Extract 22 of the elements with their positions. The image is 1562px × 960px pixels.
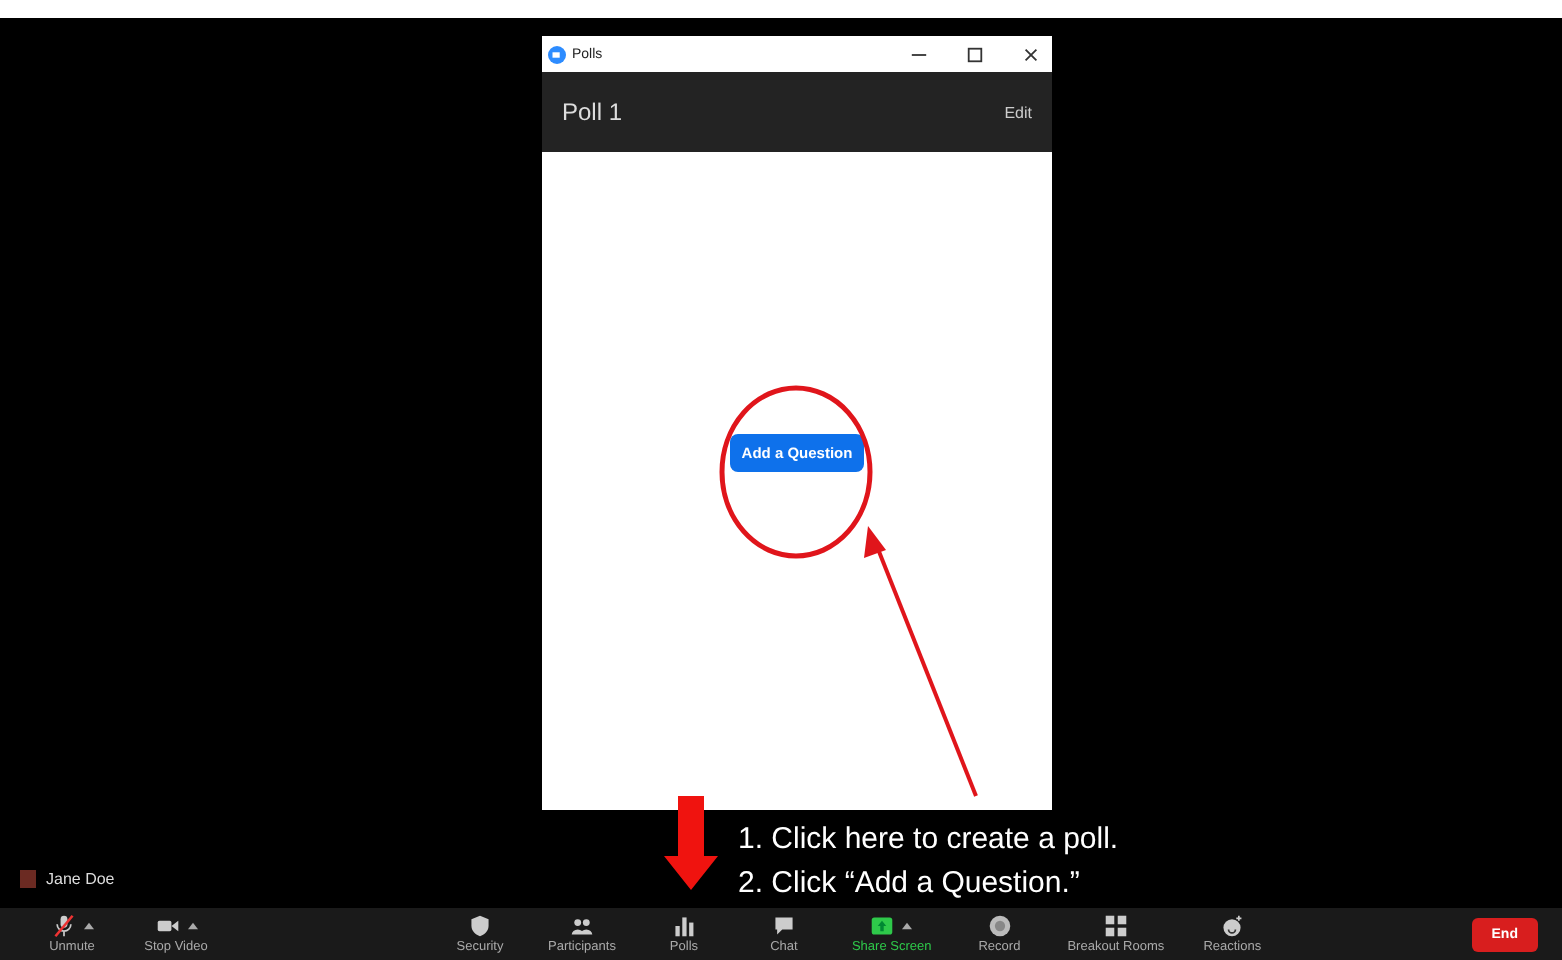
muted-mic-icon (51, 914, 75, 938)
avatar-icon (20, 870, 36, 888)
camera-logo-icon (548, 45, 566, 63)
record-icon (987, 914, 1012, 938)
caret-icon[interactable] (187, 922, 197, 930)
participant-name: Jane Doe (46, 870, 115, 888)
edit-link[interactable]: Edit (1004, 103, 1032, 121)
close-icon[interactable] (1022, 45, 1040, 63)
grid-icon (1103, 914, 1128, 938)
people-icon (569, 914, 594, 938)
smiley-icon (1220, 914, 1245, 938)
maximize-icon[interactable] (966, 45, 984, 63)
caret-icon[interactable] (902, 922, 913, 930)
down-arrow (664, 796, 718, 890)
instruction-text: 2. Click “Add a Question.” (738, 864, 1082, 904)
chat-bubble-icon (771, 914, 796, 938)
shield-icon (468, 914, 492, 938)
share-screen-icon (870, 914, 895, 938)
bar-chart-icon (671, 914, 696, 938)
poll-title: Poll 1 (562, 98, 623, 126)
instruction-text: 1. Click here to create a poll. (738, 820, 1119, 860)
caret-icon[interactable] (83, 922, 93, 930)
